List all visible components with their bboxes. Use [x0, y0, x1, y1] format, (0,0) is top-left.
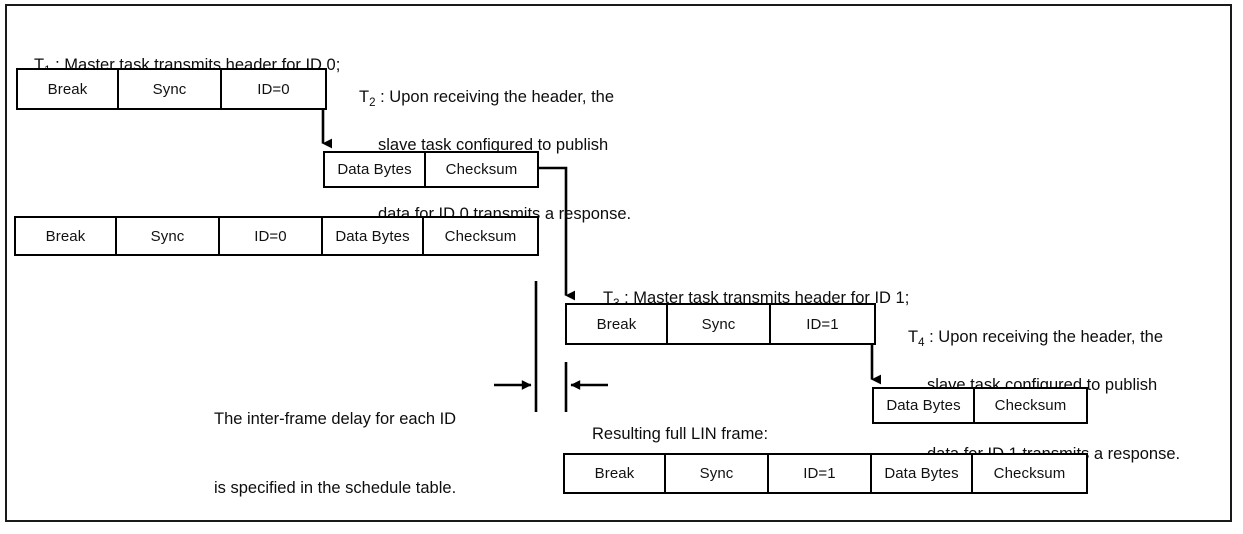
frame-cell-checksum: Checksum	[994, 397, 1067, 414]
note-t2-subscript: 2	[369, 96, 376, 109]
frame-response-id1: Data Bytes Checksum	[872, 387, 1088, 424]
caption-interframe-delay: The inter-frame delay for each ID is spe…	[214, 362, 456, 534]
caption-resulting-full-lin-frame: Resulting full LIN frame:	[592, 425, 769, 443]
frame-cell-break: Break	[565, 455, 666, 492]
frame-cell-checksum: Checksum	[444, 227, 517, 245]
frame-cell-id: ID=0	[257, 80, 290, 98]
frame-cell-data-bytes: Data Bytes	[325, 153, 426, 186]
lin-frame-timing-diagram: T1 : Master task transmits header for ID…	[0, 0, 1243, 534]
frame-cell-data-bytes: Data Bytes	[323, 218, 424, 254]
caption-interframe-line2: is specified in the schedule table.	[214, 479, 457, 497]
frame-cell-break: Break	[18, 70, 119, 108]
frame-header-id1: Break Sync ID=1	[565, 303, 876, 345]
frame-full-id0: Break Sync ID=0 Data Bytes Checksum	[14, 216, 539, 256]
frame-cell-checksum: Checksum	[993, 465, 1066, 482]
frame-cell-sync: Sync	[117, 218, 220, 254]
frame-cell-sync: Sync	[666, 455, 769, 492]
note-t4-subscript: 4	[918, 336, 925, 349]
frame-full-id1: Break Sync ID=1 Data Bytes Checksum	[563, 453, 1088, 494]
frame-cell-sync: Sync	[668, 305, 771, 343]
frame-header-id0: Break Sync ID=0	[16, 68, 327, 110]
note-t2-label: T	[359, 88, 370, 106]
frame-cell-data-bytes: Data Bytes	[874, 389, 975, 422]
frame-cell-checksum: Checksum	[445, 161, 518, 178]
caption-interframe-line1: The inter-frame delay for each ID	[214, 410, 457, 428]
frame-cell-data-bytes: Data Bytes	[872, 455, 973, 492]
frame-cell-id: ID=0	[220, 218, 323, 254]
frame-cell-id: ID=1	[806, 315, 839, 333]
frame-cell-id: ID=1	[769, 455, 872, 492]
note-t4-label: T	[908, 328, 919, 346]
frame-cell-break: Break	[16, 218, 117, 254]
frame-cell-break: Break	[567, 305, 668, 343]
frame-response-id0: Data Bytes Checksum	[323, 151, 539, 188]
note-t2-line1: : Upon receiving the header, the	[375, 88, 615, 106]
note-t4-line1: : Upon receiving the header, the	[924, 328, 1164, 346]
frame-cell-sync: Sync	[119, 70, 222, 108]
